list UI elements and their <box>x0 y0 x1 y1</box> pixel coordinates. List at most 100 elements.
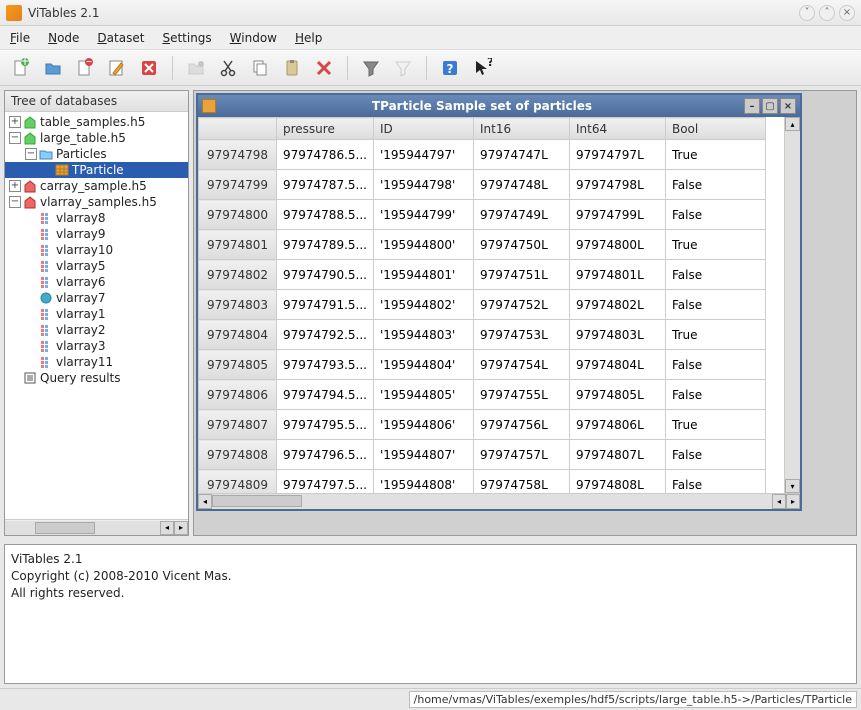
row-header[interactable]: 97974809 <box>199 470 277 494</box>
tree-expander[interactable]: − <box>9 132 21 144</box>
table-cell[interactable]: False <box>665 350 765 380</box>
table-cell[interactable]: 97974787.5... <box>277 170 374 200</box>
table-cell[interactable]: '195944802' <box>373 290 473 320</box>
table-cell[interactable]: 97974807L <box>569 440 665 470</box>
table-cell[interactable]: 97974805L <box>569 380 665 410</box>
tree-item[interactable]: Query results <box>5 370 188 386</box>
table-cell[interactable]: False <box>665 200 765 230</box>
table-cell[interactable]: 97974801L <box>569 260 665 290</box>
table-row[interactable]: 9797480097974788.5...'195944799'97974749… <box>199 200 766 230</box>
table-cell[interactable]: '195944801' <box>373 260 473 290</box>
copy-button[interactable] <box>247 55 273 81</box>
tree-item[interactable]: vlarray5 <box>5 258 188 274</box>
column-header[interactable]: Int16 <box>473 118 569 140</box>
table-cell[interactable]: 97974793.5... <box>277 350 374 380</box>
paste-button[interactable] <box>279 55 305 81</box>
folder-button[interactable] <box>183 55 209 81</box>
table-cell[interactable]: '195944804' <box>373 350 473 380</box>
table-cell[interactable]: 97974799L <box>569 200 665 230</box>
table-cell[interactable]: 97974797.5... <box>277 470 374 494</box>
table-row[interactable]: 9797480297974790.5...'195944801'97974751… <box>199 260 766 290</box>
subwindow-maximize-button[interactable]: ▢ <box>762 98 778 114</box>
table-cell[interactable]: 97974795.5... <box>277 410 374 440</box>
column-header[interactable]: pressure <box>277 118 374 140</box>
row-header[interactable]: 97974806 <box>199 380 277 410</box>
new-file-button[interactable]: + <box>8 55 34 81</box>
table-cell[interactable]: 97974788.5... <box>277 200 374 230</box>
table-cell[interactable]: 97974756L <box>473 410 569 440</box>
table-cell[interactable]: 97974804L <box>569 350 665 380</box>
table-cell[interactable]: True <box>665 140 765 170</box>
table-cell[interactable]: 97974806L <box>569 410 665 440</box>
table-hscrollbar[interactable]: ◂◂▸ <box>198 493 800 509</box>
table-row[interactable]: 9797480997974797.5...'195944808'97974758… <box>199 470 766 494</box>
table-cell[interactable]: 97974803L <box>569 320 665 350</box>
table-cell[interactable]: False <box>665 380 765 410</box>
table-cell[interactable]: 97974798L <box>569 170 665 200</box>
menu-settings[interactable]: Settings <box>162 31 211 45</box>
table-cell[interactable]: 97974789.5... <box>277 230 374 260</box>
table-cell[interactable]: 97974753L <box>473 320 569 350</box>
maximize-button[interactable]: ˄ <box>819 5 835 21</box>
tree-item[interactable]: +carray_sample.h5 <box>5 178 188 194</box>
table-row[interactable]: 9797479997974787.5...'195944798'97974748… <box>199 170 766 200</box>
table-cell[interactable]: '195944799' <box>373 200 473 230</box>
table-cell[interactable]: '195944803' <box>373 320 473 350</box>
table-cell[interactable]: 97974797L <box>569 140 665 170</box>
row-header[interactable]: 97974799 <box>199 170 277 200</box>
table-cell[interactable]: False <box>665 260 765 290</box>
table-cell[interactable]: False <box>665 470 765 494</box>
tree-expander[interactable]: + <box>9 180 21 192</box>
row-header[interactable]: 97974802 <box>199 260 277 290</box>
table-row[interactable]: 9797480397974791.5...'195944802'97974752… <box>199 290 766 320</box>
table-cell[interactable]: '195944806' <box>373 410 473 440</box>
row-header[interactable]: 97974804 <box>199 320 277 350</box>
table-cell[interactable]: False <box>665 290 765 320</box>
tree-expander[interactable]: − <box>9 196 21 208</box>
table-cell[interactable]: False <box>665 440 765 470</box>
tree-body[interactable]: +table_samples.h5−large_table.h5−Particl… <box>5 112 188 519</box>
table-cell[interactable]: 97974802L <box>569 290 665 320</box>
table-cell[interactable]: 97974792.5... <box>277 320 374 350</box>
table-cell[interactable]: 97974754L <box>473 350 569 380</box>
data-table[interactable]: pressureIDInt16Int64Bool 979747989797478… <box>198 117 766 493</box>
subwindow-minimize-button[interactable]: – <box>744 98 760 114</box>
row-header[interactable]: 97974801 <box>199 230 277 260</box>
table-row[interactable]: 9797480697974794.5...'195944805'97974755… <box>199 380 766 410</box>
close-file-button[interactable]: – <box>72 55 98 81</box>
row-header[interactable]: 97974803 <box>199 290 277 320</box>
tree-item[interactable]: vlarray10 <box>5 242 188 258</box>
table-cell[interactable]: 97974749L <box>473 200 569 230</box>
tree-item[interactable]: vlarray9 <box>5 226 188 242</box>
open-file-button[interactable] <box>40 55 66 81</box>
table-cell[interactable]: 97974808L <box>569 470 665 494</box>
filter-button[interactable] <box>358 55 384 81</box>
filter-clear-button[interactable] <box>390 55 416 81</box>
table-cell[interactable]: '195944807' <box>373 440 473 470</box>
tree-item[interactable]: vlarray1 <box>5 306 188 322</box>
table-vscrollbar[interactable]: ▴▾ <box>784 117 800 493</box>
table-row[interactable]: 9797480797974795.5...'195944806'97974756… <box>199 410 766 440</box>
menu-dataset[interactable]: Dataset <box>97 31 144 45</box>
menu-window[interactable]: Window <box>230 31 277 45</box>
menu-file[interactable]: File <box>10 31 30 45</box>
table-cell[interactable]: 97974800L <box>569 230 665 260</box>
menu-node[interactable]: Node <box>48 31 79 45</box>
tree-item[interactable]: vlarray3 <box>5 338 188 354</box>
delete-node-button[interactable] <box>311 55 337 81</box>
table-cell[interactable]: '195944800' <box>373 230 473 260</box>
table-cell[interactable]: 97974757L <box>473 440 569 470</box>
table-cell[interactable]: True <box>665 320 765 350</box>
table-cell[interactable]: True <box>665 410 765 440</box>
column-header[interactable]: ID <box>373 118 473 140</box>
row-header[interactable]: 97974807 <box>199 410 277 440</box>
edit-button[interactable] <box>104 55 130 81</box>
table-cell[interactable]: False <box>665 170 765 200</box>
menu-help[interactable]: Help <box>295 31 322 45</box>
table-cell[interactable]: 97974750L <box>473 230 569 260</box>
table-cell[interactable]: 97974796.5... <box>277 440 374 470</box>
row-header[interactable]: 97974808 <box>199 440 277 470</box>
table-cell[interactable]: 97974786.5... <box>277 140 374 170</box>
table-cell[interactable]: 97974747L <box>473 140 569 170</box>
tree-item[interactable]: vlarray7 <box>5 290 188 306</box>
